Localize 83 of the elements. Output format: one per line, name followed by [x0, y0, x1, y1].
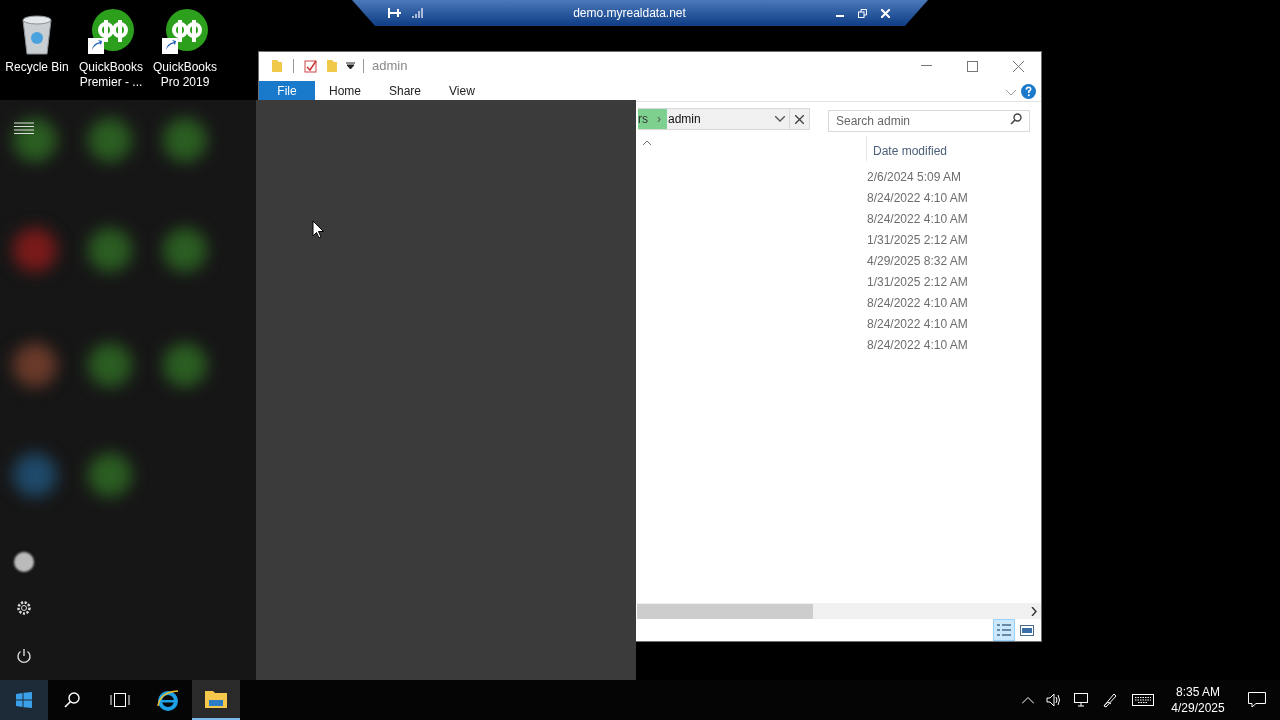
ribbon-tab[interactable]: Share: [375, 81, 436, 101]
scrollbar-thumb[interactable]: [637, 603, 813, 619]
pen-icon[interactable]: [1102, 692, 1118, 708]
chevron-down-icon[interactable]: [775, 116, 785, 122]
windows-logo-icon: [16, 692, 32, 708]
clear-address-button[interactable]: [790, 108, 810, 130]
maximize-icon: [966, 60, 978, 72]
connection-title: demo.myrealdata.net: [572, 5, 687, 22]
column-header[interactable]: Date modified: [873, 142, 948, 166]
menu-icon[interactable]: [14, 122, 34, 135]
scroll-right-icon[interactable]: [1031, 606, 1037, 616]
search-field[interactable]: Search admin: [828, 110, 1030, 132]
clock-time: 8:35 AM: [1176, 684, 1220, 700]
date-modified-cell-text: 1/31/2025 2:12 AM: [867, 274, 969, 291]
taskbar-app[interactable]: [192, 680, 240, 720]
clock-date: 4/29/2025: [1171, 700, 1225, 716]
blurred-tile-icon: [13, 228, 57, 272]
blurred-tile-icon: [13, 343, 57, 387]
task-view-icon: [110, 693, 130, 707]
folder-icon: [204, 689, 228, 709]
close-icon[interactable]: [881, 8, 890, 18]
notifications-icon[interactable]: [1248, 692, 1266, 708]
breadcrumb-separator: ›: [651, 109, 667, 129]
search-icon: [64, 692, 80, 708]
blurred-tile-icon: [13, 453, 57, 497]
ribbon-tab[interactable]: File: [259, 81, 315, 101]
blurred-tile-icon: [88, 118, 132, 162]
date-modified-cell-text: 8/24/2022 4:10 AM: [867, 211, 969, 228]
help-icon[interactable]: [1021, 84, 1036, 99]
keyboard-icon[interactable]: [1132, 694, 1154, 706]
close-icon: [1012, 60, 1024, 72]
thumbnail-view-icon: [1020, 624, 1034, 636]
address-text: admin: [668, 111, 701, 128]
desktop-shortcut[interactable]: Recycle Bin: [0, 6, 74, 90]
quickbooks-shortcut-icon: [87, 8, 135, 56]
shortcut-label: Recycle Bin: [5, 60, 69, 75]
date-modified-cell-text: 8/24/2022 4:10 AM: [867, 337, 969, 354]
desktop-shortcut[interactable]: QuickBooks Premier - ...: [74, 6, 148, 90]
network-icon[interactable]: [1074, 693, 1090, 707]
ribbon-tab[interactable]: View: [435, 81, 489, 101]
details-view-icon: [996, 623, 1012, 637]
browser-e-icon: [156, 688, 180, 712]
properties-icon: [304, 59, 318, 73]
blurred-tile-icon: [88, 228, 132, 272]
folder-icon: [271, 59, 283, 73]
volume-icon[interactable]: [1046, 693, 1062, 707]
restore-icon[interactable]: [858, 8, 867, 18]
details-view-button[interactable]: [993, 619, 1015, 641]
start-button[interactable]: [0, 680, 48, 720]
dropdown-icon[interactable]: [346, 62, 355, 70]
date-modified-cell-text: 4/29/2025 8:32 AM: [867, 253, 969, 270]
search-icon: [1010, 113, 1022, 125]
blurred-tile-icon: [163, 118, 207, 162]
blurred-tile-icon: [163, 343, 207, 387]
new-folder-icon: [326, 59, 338, 73]
mouse-cursor-icon: [312, 220, 325, 239]
date-modified-cell-text: 2/6/2024 5:09 AM: [867, 169, 963, 186]
shortcut-label: QuickBooks Pro 2019: [152, 60, 218, 90]
clock[interactable]: 8:35 AM 4/29/2025: [1162, 684, 1234, 716]
signal-icon: [412, 7, 423, 19]
date-modified-cell-text: 8/24/2022 4:10 AM: [867, 295, 969, 312]
blurred-tile-icon: [163, 228, 207, 272]
date-modified-cell-text: 8/24/2022 4:10 AM: [867, 190, 969, 207]
desktop-shortcut[interactable]: QuickBooks Pro 2019: [148, 6, 222, 90]
close-icon: [795, 114, 804, 124]
window-title: admin: [372, 57, 408, 76]
minimize-icon: [920, 65, 932, 67]
date-modified-cell-text: 1/31/2025 2:12 AM: [867, 232, 969, 249]
quickbooks-shortcut-icon: [161, 8, 209, 56]
pin-icon[interactable]: [388, 8, 402, 18]
address-bar[interactable]: rs › admin: [638, 108, 790, 130]
address-breadcrumb[interactable]: rs: [638, 109, 651, 129]
sort-caret-icon: [643, 140, 651, 145]
date-modified-cell-text: 8/24/2022 4:10 AM: [867, 316, 969, 333]
blurred-tile-icon: [88, 343, 132, 387]
power-icon[interactable]: [16, 648, 32, 664]
chevron-down-icon[interactable]: [1006, 90, 1016, 96]
ribbon-tab[interactable]: Home: [315, 81, 375, 101]
chevron-up-icon[interactable]: [1022, 696, 1034, 704]
blurred-tile-icon: [88, 453, 132, 497]
blurred-tile-icon: [13, 118, 57, 162]
shortcut-label: QuickBooks Premier - ...: [78, 60, 144, 90]
settings-icon[interactable]: [15, 599, 33, 617]
